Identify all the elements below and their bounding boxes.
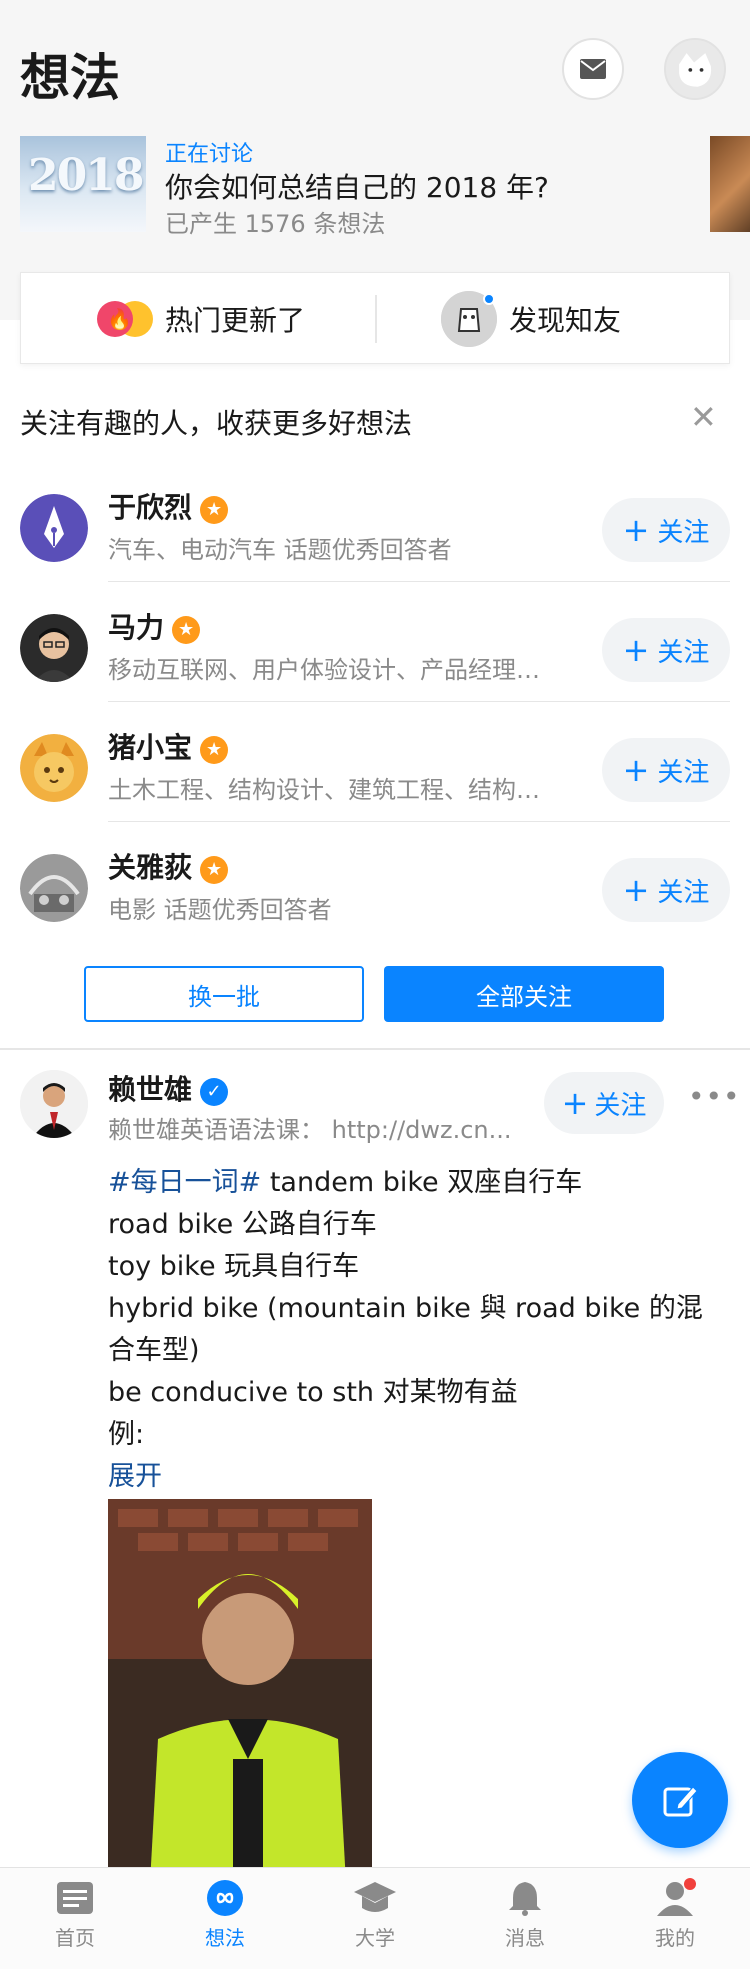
- thoughts-icon: [207, 1880, 243, 1916]
- verified-badge-icon: ★: [200, 496, 229, 524]
- recommend-user-row[interactable]: 关雅荻 ★ 电影 话题优秀回答者 + 关注: [0, 822, 750, 942]
- tab-messages[interactable]: 消息: [450, 1868, 600, 1969]
- follow-button[interactable]: + 关注: [544, 1072, 664, 1134]
- user-desc: 移动互联网、用户体验设计、产品经理…: [108, 656, 540, 684]
- quick-bar: 🔥 热门更新了 发现知友: [20, 272, 730, 364]
- user-desc: 土木工程、结构设计、建筑工程、结构…: [108, 776, 540, 804]
- recommend-user-row[interactable]: 于欣烈 ★ 汽车、电动汽车 话题优秀回答者 + 关注: [0, 462, 750, 582]
- follow-button[interactable]: + 关注: [602, 738, 730, 802]
- tab-profile[interactable]: 我的: [600, 1868, 750, 1969]
- tab-label: 大学: [355, 1926, 395, 1950]
- divider: [375, 295, 377, 343]
- follow-button[interactable]: + 关注: [602, 618, 730, 682]
- user-name: 马力 ★: [108, 606, 201, 646]
- topic-count: 已产生 1576 条想法: [165, 210, 386, 238]
- user-avatar[interactable]: [20, 494, 88, 562]
- recommend-user-row[interactable]: 马力 ★ 移动互联网、用户体验设计、产品经理… + 关注: [0, 582, 750, 702]
- tab-label: 消息: [505, 1926, 545, 1950]
- tab-thoughts[interactable]: 想法: [150, 1868, 300, 1969]
- avatar[interactable]: [664, 38, 726, 100]
- tab-home[interactable]: 首页: [0, 1868, 150, 1969]
- compose-button[interactable]: [632, 1752, 728, 1848]
- discover-friends-label: 发现知友: [509, 304, 622, 337]
- page-title: 想法: [20, 49, 120, 107]
- user-avatar[interactable]: [20, 854, 88, 922]
- recommend-user-row[interactable]: 猪小宝 ★ 土木工程、结构设计、建筑工程、结构… + 关注: [0, 702, 750, 822]
- tab-label: 想法: [205, 1926, 245, 1950]
- home-icon: [57, 1882, 93, 1914]
- discover-friends-button[interactable]: 发现知友: [441, 273, 621, 365]
- avatar[interactable]: [20, 1070, 88, 1138]
- tab-label: 首页: [55, 1926, 95, 1950]
- topic-tag: 正在讨论: [165, 142, 254, 167]
- hot-updates-button[interactable]: 🔥 热门更新了: [97, 273, 305, 365]
- verified-badge-icon: ★: [200, 856, 229, 884]
- divider: [0, 1048, 750, 1050]
- hashtag-link[interactable]: #每日一词#: [108, 1167, 261, 1198]
- notification-dot: [684, 1878, 696, 1890]
- recommend-title: 关注有趣的人，收获更多好想法: [20, 407, 413, 440]
- topic-image: 2018: [20, 136, 146, 232]
- follow-all-button[interactable]: 全部关注: [384, 966, 664, 1022]
- friends-icon: [441, 291, 497, 347]
- verified-badge-icon: ★: [172, 616, 201, 644]
- user-name: 关雅荻 ★: [108, 846, 229, 886]
- user-avatar[interactable]: [20, 734, 88, 802]
- more-options-icon[interactable]: •••: [688, 1080, 741, 1113]
- verified-badge-icon: ✓: [200, 1078, 229, 1106]
- user-desc: 电影 话题优秀回答者: [108, 896, 332, 924]
- verified-badge-icon: ★: [200, 736, 229, 764]
- discussion-topic[interactable]: 2018 正在讨论 你会如何总结自己的 2018 年? 已产生 1576 条想法: [20, 136, 750, 238]
- close-icon[interactable]: ✕: [690, 398, 717, 436]
- university-icon: [354, 1882, 396, 1912]
- hot-updates-label: 热门更新了: [165, 304, 306, 337]
- bell-icon: [509, 1882, 541, 1916]
- post-content[interactable]: #每日一词# tandem bike 双座自行车 road bike 公路自行车…: [108, 1162, 718, 1498]
- user-desc: 汽车、电动汽车 话题优秀回答者: [108, 536, 452, 564]
- follow-button[interactable]: + 关注: [602, 498, 730, 562]
- bottom-tab-bar: 首页 想法 大学 消息 我的: [0, 1867, 750, 1969]
- tab-label: 我的: [655, 1926, 695, 1950]
- post-video-thumbnail[interactable]: [108, 1499, 372, 1919]
- topic-title: 你会如何总结自己的 2018 年?: [165, 171, 549, 204]
- mail-icon[interactable]: [562, 38, 624, 100]
- post-author-bio: 赖世雄英语语法课： http://dwz.cn...: [108, 1116, 512, 1144]
- tab-university[interactable]: 大学: [300, 1868, 450, 1969]
- refresh-batch-button[interactable]: 换一批: [84, 966, 364, 1022]
- expand-link[interactable]: 展开: [108, 1456, 718, 1498]
- user-avatar[interactable]: [20, 614, 88, 682]
- edit-icon: [663, 1786, 698, 1817]
- hot-icon: 🔥: [97, 299, 153, 339]
- user-name: 于欣烈 ★: [108, 486, 229, 526]
- next-topic-image[interactable]: [710, 136, 750, 232]
- user-name: 猪小宝 ★: [108, 726, 229, 766]
- post-author[interactable]: 赖世雄 ✓: [108, 1068, 229, 1108]
- follow-button[interactable]: + 关注: [602, 858, 730, 922]
